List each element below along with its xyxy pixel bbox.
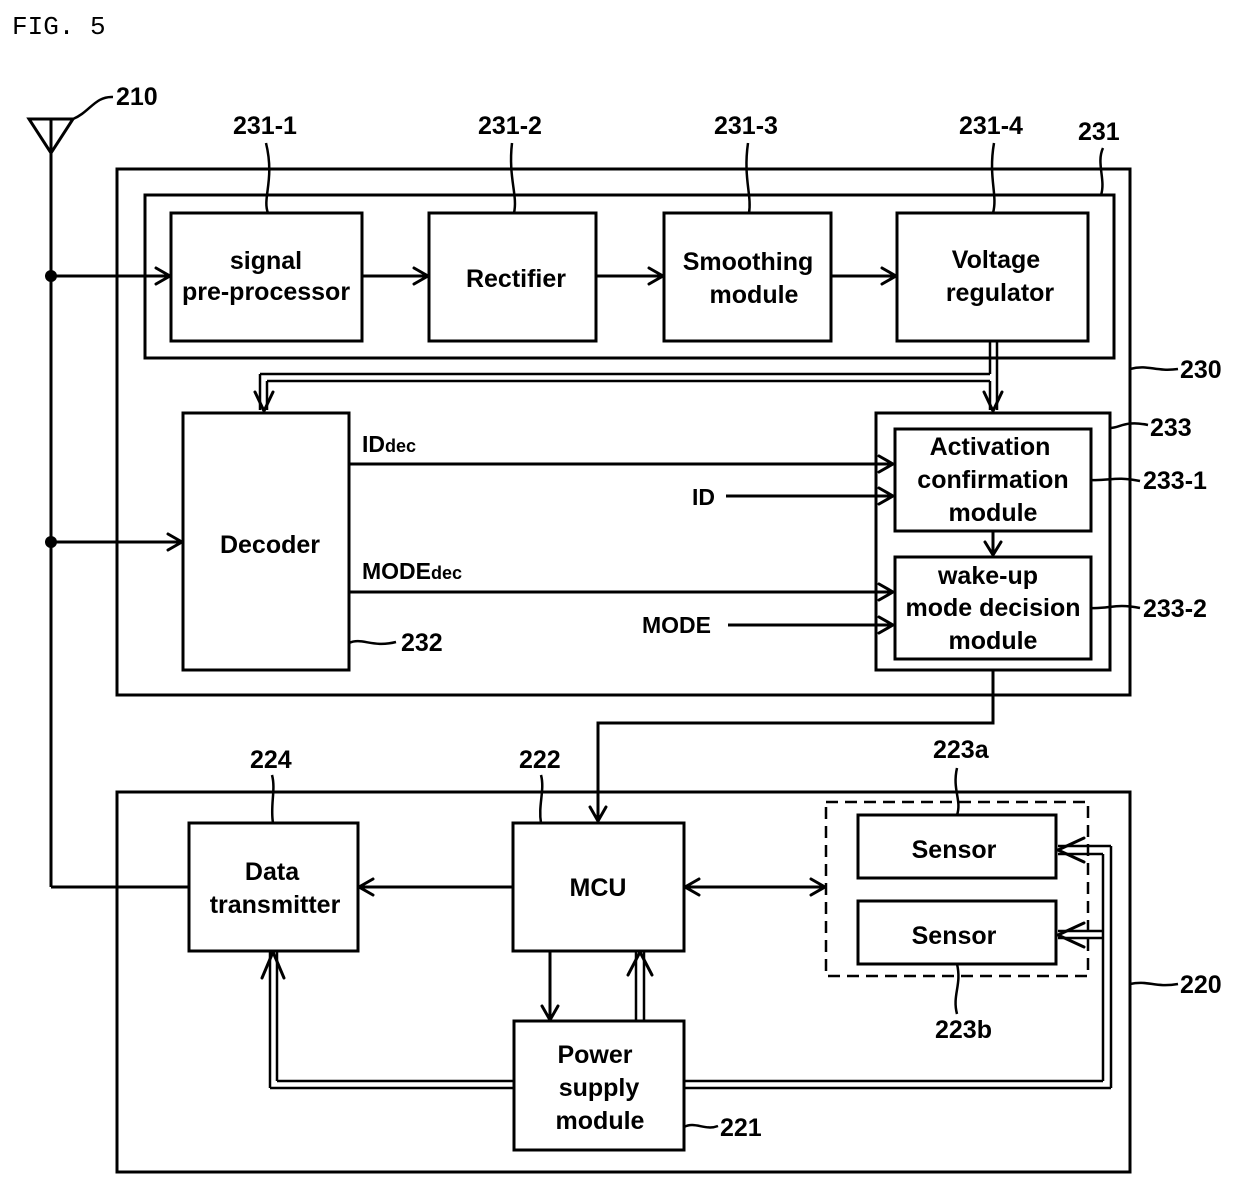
ref-222: 222: [519, 746, 561, 774]
ref-221: 221: [720, 1114, 762, 1142]
leader-231-4: [990, 142, 996, 214]
svg-text:module: module: [949, 627, 1038, 655]
block-smoothing-module: Smoothing module: [662, 211, 833, 343]
svg-text:Activation: Activation: [930, 433, 1051, 461]
svg-text:module: module: [710, 281, 799, 309]
svg-text:Rectifier: Rectifier: [466, 265, 566, 293]
ref-233: 233: [1150, 414, 1192, 442]
ref-224: 224: [250, 746, 292, 774]
svg-text:Decoder: Decoder: [220, 531, 320, 559]
leader-231-1: [264, 142, 271, 214]
svg-text:Sensor: Sensor: [912, 836, 997, 864]
figure-title: FIG. 5: [12, 12, 106, 42]
svg-text:confirmation: confirmation: [917, 466, 1068, 494]
svg-text:wake-up: wake-up: [937, 562, 1038, 590]
leader-220: [1129, 981, 1179, 987]
leader-223b: [954, 963, 960, 1015]
svg-text:pre-processor: pre-processor: [182, 278, 350, 306]
svg-text:signal: signal: [230, 247, 302, 275]
ref-231: 231: [1078, 118, 1120, 146]
leader-221: [683, 1123, 719, 1129]
leader-231: [1099, 147, 1105, 196]
block-power-supply: Power supply module: [512, 1019, 686, 1152]
ref-231-3: 231-3: [714, 112, 778, 140]
svg-text:Data: Data: [245, 858, 300, 886]
svg-text:mode decision: mode decision: [905, 594, 1080, 622]
ref-231-4: 231-4: [959, 112, 1023, 140]
ref-223b: 223b: [935, 1016, 992, 1044]
svg-text:Voltage: Voltage: [952, 246, 1041, 274]
ref-233-1: 233-1: [1143, 467, 1207, 495]
svg-text:supply: supply: [559, 1074, 640, 1102]
ref-232: 232: [401, 629, 443, 657]
power-bus-regulator: [253, 341, 1004, 413]
ref-231-2: 231-2: [478, 112, 542, 140]
svg-text:transmitter: transmitter: [210, 891, 341, 919]
leader-233-2: [1090, 604, 1141, 610]
svg-text:MCU: MCU: [570, 874, 627, 902]
block-sensor-b: Sensor: [856, 899, 1058, 966]
svg-text:regulator: regulator: [946, 279, 1055, 307]
block-wakeup-mode-decision: wake-up mode decision module: [893, 555, 1093, 661]
signal-id: ID: [692, 484, 715, 510]
power-bus-to-transmitter: [260, 950, 513, 1090]
signal-id-dec: IDdec: [362, 431, 416, 457]
leader-210: [72, 95, 114, 121]
svg-text:Power: Power: [557, 1041, 632, 1069]
ref-230: 230: [1180, 356, 1222, 384]
signal-mode-dec: MODEdec: [362, 558, 462, 584]
leader-231-2: [509, 142, 517, 214]
block-rectifier: Rectifier: [427, 211, 598, 343]
svg-text:module: module: [556, 1107, 645, 1135]
leader-230: [1129, 366, 1179, 371]
leader-232: [348, 639, 397, 646]
svg-text:module: module: [949, 499, 1038, 527]
leader-231-3: [745, 142, 751, 214]
antenna-icon: [26, 117, 76, 887]
block-activation-confirmation: Activation confirmation module: [893, 427, 1093, 533]
svg-text:Sensor: Sensor: [912, 922, 997, 950]
block-signal-pre-processor: signal pre-processor: [169, 211, 364, 343]
leader-233-1: [1090, 477, 1141, 483]
block-decoder: Decoder: [181, 411, 351, 672]
signal-mode: MODE: [642, 612, 711, 638]
block-mcu: MCU: [511, 821, 686, 953]
block-data-transmitter: Data transmitter: [187, 821, 360, 953]
block-voltage-regulator: Voltage regulator: [895, 211, 1090, 343]
leader-222: [539, 774, 544, 824]
block-diagram: FIG. 5 210 230 231 signal pre-processor …: [12, 12, 1222, 1174]
ref-220: 220: [1180, 971, 1222, 999]
ref-210: 210: [116, 83, 158, 111]
leader-224: [270, 774, 275, 824]
ref-223a: 223a: [933, 736, 990, 764]
block-sensor-a: Sensor: [856, 813, 1058, 880]
ref-233-2: 233-2: [1143, 595, 1207, 623]
ref-231-1: 231-1: [233, 112, 297, 140]
power-bus-to-mcu: [626, 950, 654, 1021]
svg-text:Smoothing: Smoothing: [683, 248, 814, 276]
